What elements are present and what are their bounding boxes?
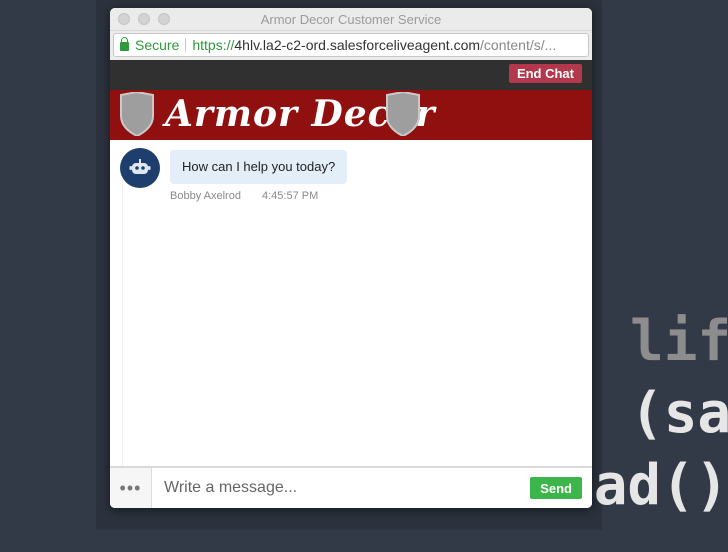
address-divider (185, 38, 187, 52)
message-sender: Bobby Axelrod (170, 190, 241, 202)
shield-icon (120, 92, 154, 136)
message-meta: Bobby Axelrod 4:45:57 PM (170, 190, 318, 202)
chat-toolbar: End Chat (110, 60, 592, 90)
window-title: Armor Decor Customer Service (260, 12, 442, 27)
message-composer: ••• Send (110, 466, 592, 508)
message-time: 4:45:57 PM (262, 190, 319, 202)
url-host: 4hlv.la2-c2-ord.salesforceliveagent.com (234, 37, 481, 53)
title-bar[interactable]: Armor Decor Customer Service (110, 8, 592, 31)
address-bar[interactable]: Secure https://4hlv.la2-c2-ord.salesforc… (113, 33, 589, 57)
chat-window: Armor Decor Customer Service Secure http… (110, 8, 592, 508)
address-bar-area: Secure https://4hlv.la2-c2-ord.salesforc… (110, 31, 592, 60)
lock-icon (120, 37, 129, 51)
url-scheme: https:// (192, 37, 235, 53)
brand-banner: Armor Decor (110, 90, 592, 140)
transcript-border (122, 180, 123, 466)
message-input[interactable] (152, 469, 531, 507)
shield-icon (386, 92, 420, 136)
agent-avatar (120, 148, 160, 188)
end-chat-button[interactable]: End Chat (508, 64, 582, 83)
url-path: /content/s/... (480, 37, 557, 53)
agent-message-bubble: How can I help you today? (170, 150, 348, 184)
chat-transcript[interactable]: How can I help you today? Bobby Axelrod … (110, 140, 592, 466)
robot-icon (129, 159, 151, 174)
send-button[interactable]: Send (530, 477, 582, 499)
secure-label: Secure (135, 37, 180, 53)
ellipsis-icon[interactable]: ••• (110, 468, 152, 508)
